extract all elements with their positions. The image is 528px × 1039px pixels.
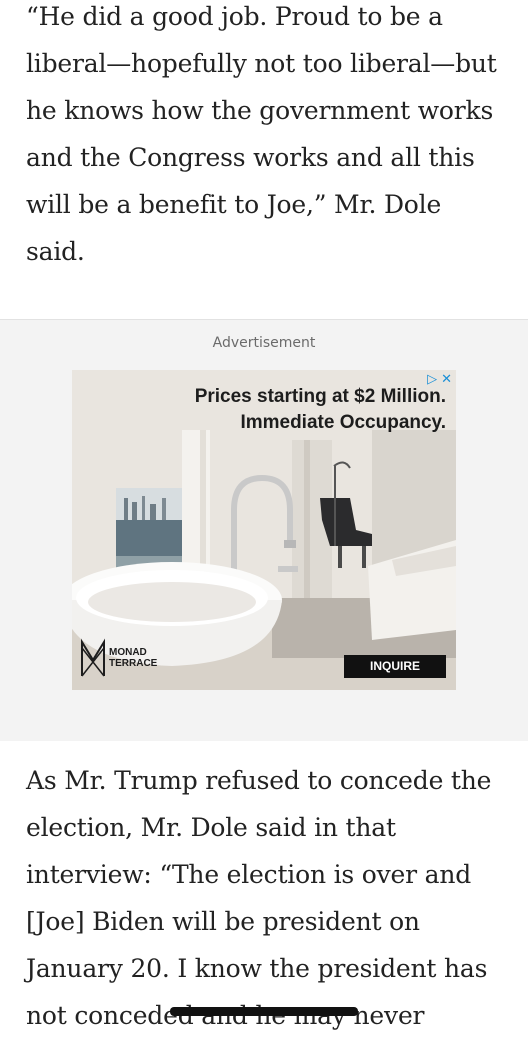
ad-headline[interactable]: Prices starting at $2 Million. Immediate… xyxy=(72,384,446,436)
advertisement-label: Advertisement xyxy=(212,335,316,351)
article-paragraph: “He did a good job. Proud to be a libera… xyxy=(26,2,497,266)
monad-terrace-logo-icon xyxy=(81,638,105,677)
article-paragraph: As Mr. Trump refused to concede the elec… xyxy=(26,766,492,1030)
inquire-button[interactable]: INQUIRE xyxy=(344,655,446,678)
ad-creative[interactable]: Prices starting at $2 Million. Immediate… xyxy=(72,370,456,690)
brand-logo[interactable]: MONAD TERRACE xyxy=(80,638,157,678)
ad-headline-line2: Immediate Occupancy. xyxy=(240,412,446,433)
ad-controls: ▷ ✕ xyxy=(427,372,452,387)
adchoices-icon[interactable]: ▷ xyxy=(427,372,437,387)
close-icon[interactable]: ✕ xyxy=(441,372,452,387)
brand-name: MONAD TERRACE xyxy=(109,647,158,669)
ad-headline-line1: Prices starting at $2 Million. xyxy=(194,386,446,407)
scroll-overlay-bar xyxy=(170,1007,358,1016)
advertisement-block: Advertisement Prices starting at $2 Mill… xyxy=(0,319,528,741)
